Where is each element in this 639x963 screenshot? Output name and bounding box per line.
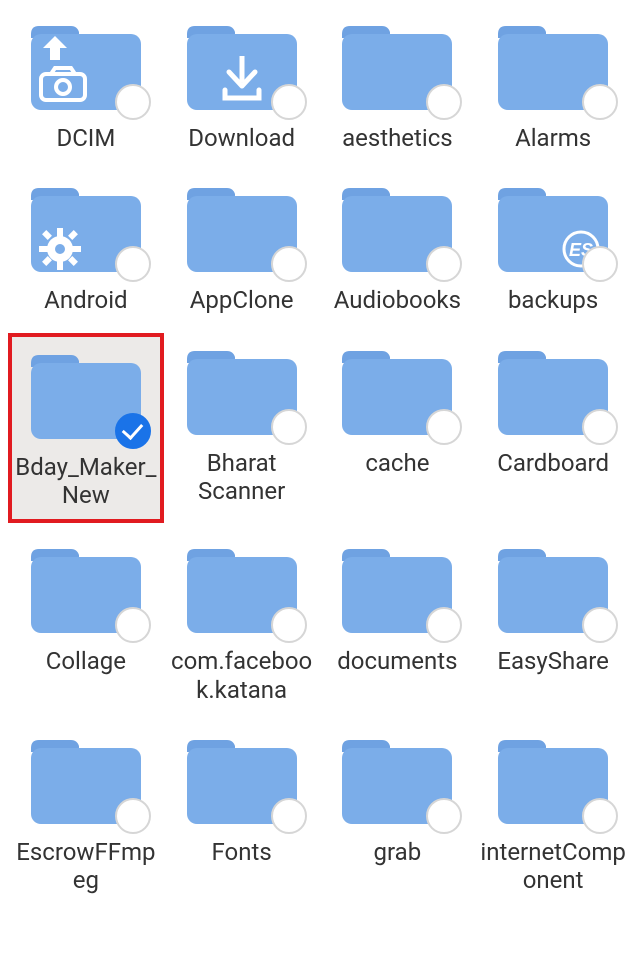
folder-label: Cardboard bbox=[497, 449, 609, 477]
folder-icon bbox=[338, 539, 456, 637]
folder-label: AppClone bbox=[190, 286, 294, 314]
folder-label: internetComponent bbox=[478, 838, 628, 895]
folder-label: Bday_Maker_New bbox=[14, 453, 158, 510]
folder-icon bbox=[494, 341, 612, 439]
folder-item-escrowffmpeg[interactable]: EscrowFFmpeg bbox=[8, 722, 164, 905]
folder-item-fonts[interactable]: Fonts bbox=[164, 722, 320, 905]
selection-circle[interactable] bbox=[115, 607, 151, 643]
folder-icon bbox=[338, 178, 456, 276]
folder-item-com-facebook-katana[interactable]: com.facebook.katana bbox=[164, 531, 320, 714]
folder-label: EscrowFFmpeg bbox=[11, 838, 161, 895]
folder-icon bbox=[338, 16, 456, 114]
folder-item-audiobooks[interactable]: Audiobooks bbox=[320, 170, 476, 324]
selection-circle[interactable] bbox=[271, 607, 307, 643]
folder-icon bbox=[183, 178, 301, 276]
folder-icon bbox=[183, 539, 301, 637]
folder-label: Audiobooks bbox=[334, 286, 461, 314]
folder-icon bbox=[494, 16, 612, 114]
selection-circle[interactable] bbox=[271, 409, 307, 445]
selection-circle[interactable] bbox=[426, 607, 462, 643]
folder-label: Android bbox=[44, 286, 127, 314]
selection-circle[interactable] bbox=[582, 84, 618, 120]
selection-circle[interactable] bbox=[115, 798, 151, 834]
folder-item-cache[interactable]: cache bbox=[320, 333, 476, 524]
folder-icon bbox=[27, 178, 145, 276]
folder-label: EasyShare bbox=[497, 647, 609, 675]
selection-circle[interactable] bbox=[271, 798, 307, 834]
folder-label: backups bbox=[508, 286, 598, 314]
folder-icon bbox=[494, 539, 612, 637]
folder-item-backups[interactable]: ES backups bbox=[475, 170, 631, 324]
folder-item-documents[interactable]: documents bbox=[320, 531, 476, 714]
selection-circle[interactable] bbox=[582, 409, 618, 445]
folder-icon bbox=[494, 730, 612, 828]
folder-item-internetcomponent[interactable]: internetComponent bbox=[475, 722, 631, 905]
selection-circle[interactable] bbox=[426, 798, 462, 834]
folder-label: Download bbox=[188, 124, 295, 152]
selection-circle[interactable] bbox=[426, 84, 462, 120]
folder-icon bbox=[27, 16, 145, 114]
folder-item-easyshare[interactable]: EasyShare bbox=[475, 531, 631, 714]
selection-circle[interactable] bbox=[582, 607, 618, 643]
folder-icon bbox=[338, 730, 456, 828]
selection-circle[interactable] bbox=[271, 84, 307, 120]
folder-item-dcim[interactable]: DCIM bbox=[8, 8, 164, 162]
folder-icon bbox=[338, 341, 456, 439]
selection-circle[interactable] bbox=[115, 84, 151, 120]
selection-circle[interactable] bbox=[271, 246, 307, 282]
folder-icon bbox=[183, 341, 301, 439]
folder-item-download[interactable]: Download bbox=[164, 8, 320, 162]
folder-icon bbox=[183, 730, 301, 828]
folder-label: documents bbox=[337, 647, 457, 675]
folder-item-aesthetics[interactable]: aesthetics bbox=[320, 8, 476, 162]
folder-icon bbox=[183, 16, 301, 114]
folder-label: Fonts bbox=[212, 838, 272, 866]
folder-item-alarms[interactable]: Alarms bbox=[475, 8, 631, 162]
selection-circle[interactable] bbox=[582, 798, 618, 834]
folder-item-cardboard[interactable]: Cardboard bbox=[475, 333, 631, 524]
folder-label: com.facebook.katana bbox=[167, 647, 317, 704]
selection-circle[interactable] bbox=[426, 246, 462, 282]
folder-label: Alarms bbox=[515, 124, 591, 152]
folder-icon bbox=[27, 539, 145, 637]
folder-label: Collage bbox=[46, 647, 126, 675]
folder-label: cache bbox=[365, 449, 429, 477]
selection-circle[interactable] bbox=[582, 246, 618, 282]
folder-item-bday-maker-new[interactable]: Bday_Maker_New bbox=[8, 333, 164, 524]
folder-icon bbox=[27, 730, 145, 828]
folder-item-bharat-scanner[interactable]: Bharat Scanner bbox=[164, 333, 320, 524]
folder-icon: ES bbox=[494, 178, 612, 276]
folder-label: aesthetics bbox=[342, 124, 453, 152]
folder-item-android[interactable]: Android bbox=[8, 170, 164, 324]
folder-item-grab[interactable]: grab bbox=[320, 722, 476, 905]
folder-grid: DCIM Download aesthetics Alarms Android bbox=[8, 8, 631, 905]
folder-item-collage[interactable]: Collage bbox=[8, 531, 164, 714]
selection-circle[interactable] bbox=[115, 246, 151, 282]
checkmark-icon[interactable] bbox=[115, 413, 151, 449]
folder-icon bbox=[27, 345, 145, 443]
folder-label: Bharat Scanner bbox=[167, 449, 317, 506]
folder-item-appclone[interactable]: AppClone bbox=[164, 170, 320, 324]
folder-label: DCIM bbox=[56, 124, 115, 152]
selection-circle[interactable] bbox=[426, 409, 462, 445]
folder-label: grab bbox=[374, 838, 422, 866]
